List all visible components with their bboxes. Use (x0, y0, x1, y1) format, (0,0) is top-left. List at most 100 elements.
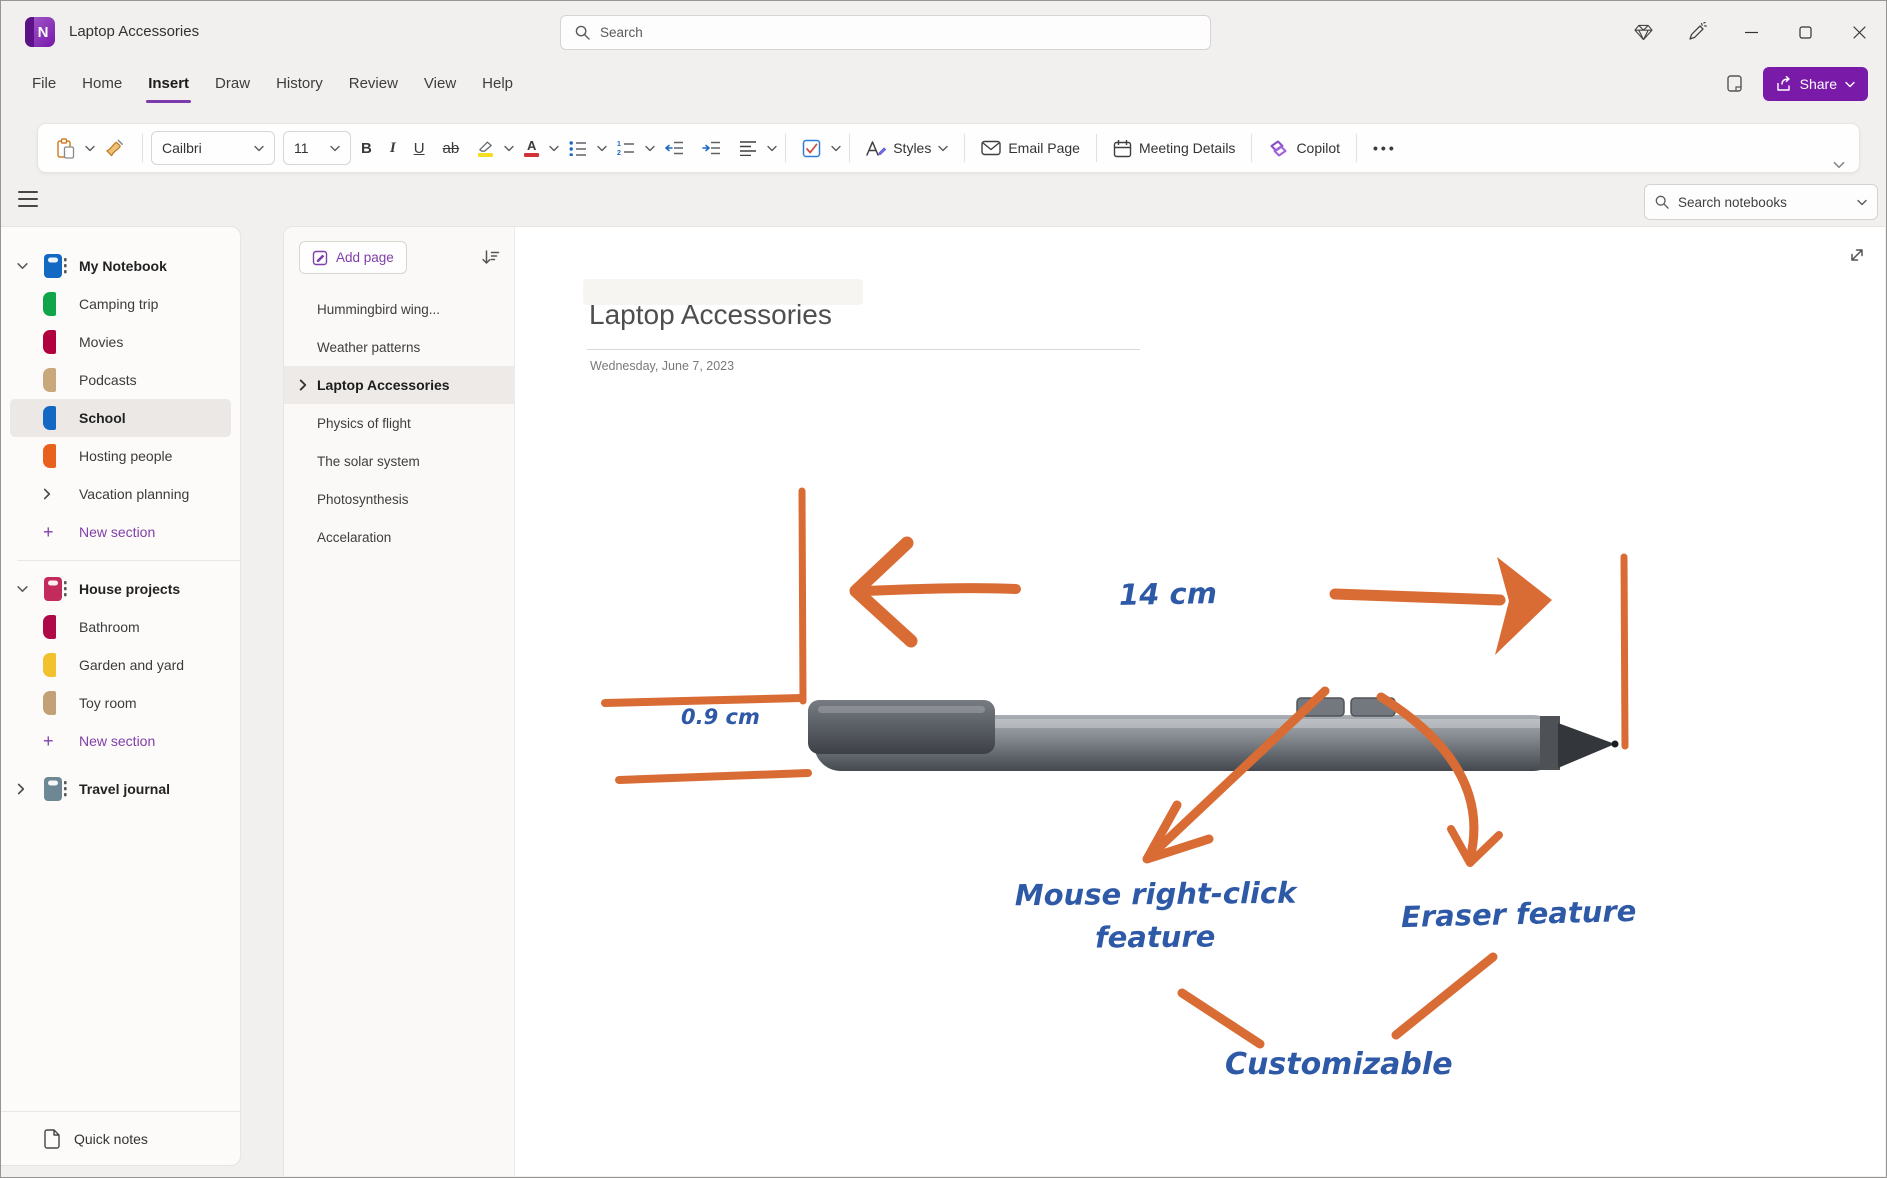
collapse-ribbon-chevron[interactable] (1833, 161, 1845, 169)
font-name-select[interactable]: Cailbri (151, 131, 275, 165)
styles-button[interactable]: Styles (858, 131, 956, 165)
strikethrough-button[interactable]: ab (435, 131, 468, 165)
menu-view[interactable]: View (411, 63, 469, 104)
bold-button[interactable]: B (353, 131, 380, 165)
divider (142, 134, 143, 162)
menu-help[interactable]: Help (469, 63, 526, 104)
share-button[interactable]: Share (1763, 67, 1868, 101)
font-size-select[interactable]: 11 (283, 131, 351, 165)
menu-history[interactable]: History (263, 63, 336, 104)
ink-arrow-right-shaft (1335, 594, 1500, 600)
quick-notes-button[interactable]: Quick notes (1, 1111, 240, 1165)
chevron-down-icon[interactable] (645, 145, 655, 152)
menu-insert[interactable]: Insert (135, 63, 202, 104)
menu-review[interactable]: Review (336, 63, 411, 104)
notebook-my-notebook[interactable]: My Notebook (10, 247, 231, 285)
ink-label-mouse-feature[interactable]: Mouse right-click feature (1015, 872, 1296, 960)
page-item[interactable]: Hummingbird wing... (284, 290, 514, 328)
section-camping-trip[interactable]: Camping trip (10, 285, 231, 323)
hamburger-menu-icon[interactable] (18, 191, 38, 207)
section-hosting-people[interactable]: Hosting people (10, 437, 231, 475)
divider (964, 134, 965, 162)
ellipsis-icon: ••• (1373, 140, 1397, 156)
todo-tag-button[interactable] (794, 131, 829, 165)
window-controls (1616, 1, 1886, 63)
page-item[interactable]: Weather patterns (284, 328, 514, 366)
chevron-down-icon[interactable] (504, 145, 514, 152)
decrease-indent-button[interactable] (657, 131, 692, 165)
font-color-button[interactable]: A (516, 131, 547, 165)
meeting-details-button[interactable]: Meeting Details (1105, 131, 1244, 165)
page-item[interactable]: Photosynthesis (284, 480, 514, 518)
notebook-house-projects[interactable]: House projects (10, 570, 231, 608)
search-input[interactable]: Search (560, 15, 1211, 50)
section-label: Movies (79, 334, 123, 350)
close-button[interactable] (1832, 1, 1886, 63)
new-section-button[interactable]: + New section (10, 722, 231, 760)
bullet-list-button[interactable] (561, 131, 595, 165)
chevron-down-icon[interactable] (549, 145, 559, 152)
underline-glyph: U (414, 140, 425, 157)
chevron-down-icon[interactable] (767, 145, 777, 152)
increase-indent-button[interactable] (694, 131, 729, 165)
numbered-list-button[interactable]: 12 (609, 131, 643, 165)
minimize-button[interactable] (1724, 1, 1778, 63)
divider (1356, 134, 1357, 162)
highlighter-button[interactable] (469, 131, 502, 165)
page-item[interactable]: The solar system (284, 442, 514, 480)
chevron-right-icon (17, 783, 43, 795)
maximize-button[interactable] (1778, 1, 1832, 63)
menu-file[interactable]: File (19, 63, 69, 104)
svg-text:1: 1 (617, 141, 621, 148)
page-item-selected[interactable]: Laptop Accessories (284, 366, 514, 404)
new-section-button[interactable]: + New section (10, 513, 231, 551)
notebook-label: My Notebook (79, 258, 167, 274)
ink-label-thickness[interactable]: 0.9 cm (681, 705, 760, 729)
email-page-button[interactable]: Email Page (973, 131, 1088, 165)
section-bathroom[interactable]: Bathroom (10, 608, 231, 646)
search-placeholder: Search (600, 25, 643, 40)
more-options-button[interactable]: ••• (1365, 131, 1405, 165)
page-canvas[interactable]: Laptop Accessories Wednesday, June 7, 20… (515, 227, 1885, 1176)
section-color-tab (43, 330, 56, 354)
premium-button[interactable] (1616, 1, 1670, 63)
sort-pages-icon[interactable] (481, 248, 500, 267)
share-icon (1776, 76, 1792, 92)
format-painter-button[interactable] (97, 131, 134, 165)
quick-notes-label: Quick notes (74, 1131, 148, 1147)
whats-new-button[interactable] (1670, 1, 1724, 63)
bold-glyph: B (361, 140, 372, 157)
ink-hline-bottom-left (619, 773, 808, 780)
section-movies[interactable]: Movies (10, 323, 231, 361)
notebook-search-input[interactable]: Search notebooks (1644, 184, 1878, 220)
add-page-button[interactable]: Add page (299, 241, 407, 274)
section-garden-and-yard[interactable]: Garden and yard (10, 646, 231, 684)
chevron-down-icon[interactable] (85, 145, 95, 152)
page-item[interactable]: Physics of flight (284, 404, 514, 442)
notebook-travel-journal[interactable]: Travel journal (10, 770, 231, 808)
italic-button[interactable]: I (382, 131, 404, 165)
chevron-down-icon[interactable] (831, 145, 841, 152)
ink-label-length[interactable]: 14 cm (1119, 576, 1217, 612)
chevron-down-icon (330, 145, 340, 152)
section-podcasts[interactable]: Podcasts (10, 361, 231, 399)
underline-button[interactable]: U (406, 131, 433, 165)
page-item[interactable]: Accelaration (284, 518, 514, 556)
section-label: Garden and yard (79, 657, 184, 673)
ink-label-customizable[interactable]: Customizable (1225, 1047, 1453, 1082)
menu-draw[interactable]: Draw (202, 63, 263, 104)
copilot-button[interactable]: Copilot (1260, 131, 1348, 165)
menu-home[interactable]: Home (69, 63, 135, 104)
section-group-vacation-planning[interactable]: Vacation planning (10, 475, 231, 513)
paste-button[interactable] (48, 131, 83, 165)
chevron-down-icon[interactable] (597, 145, 607, 152)
add-page-icon (312, 250, 328, 266)
section-toy-room[interactable]: Toy room (10, 684, 231, 722)
alignment-button[interactable] (731, 131, 765, 165)
side-by-side-icon[interactable] (1723, 73, 1745, 95)
page-icon (43, 1129, 61, 1149)
ink-vertical-line-right (1624, 557, 1625, 746)
divider (17, 560, 240, 561)
ink-label-eraser-feature[interactable]: Eraser feature (1401, 894, 1637, 934)
section-school-selected[interactable]: School (10, 399, 231, 437)
